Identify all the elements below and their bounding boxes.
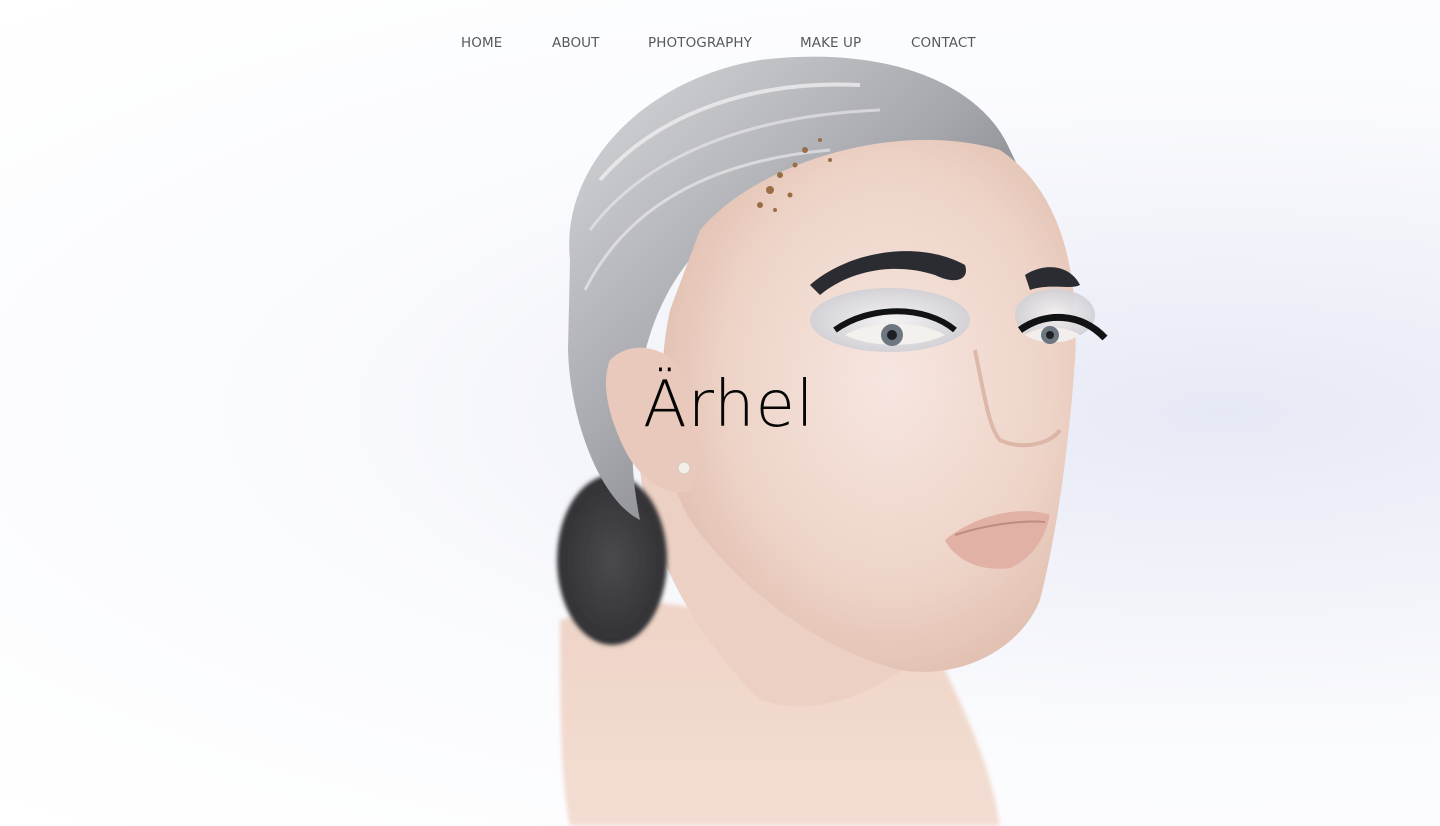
nav-about-link[interactable]: ABOUT [552,33,600,53]
nav-contact-link[interactable]: CONTACT [911,33,976,53]
nav-home-link[interactable]: HOME [461,33,502,53]
site-title: Ärhel [643,368,815,442]
page: HOME ABOUT PHOTOGRAPHY MAKE UP CONTACT Ä… [0,0,1440,826]
nav-make-up-link[interactable]: MAKE UP [800,33,861,53]
nav-photography-link[interactable]: PHOTOGRAPHY [648,33,752,53]
main-navigation: HOME ABOUT PHOTOGRAPHY MAKE UP CONTACT [0,33,1440,53]
